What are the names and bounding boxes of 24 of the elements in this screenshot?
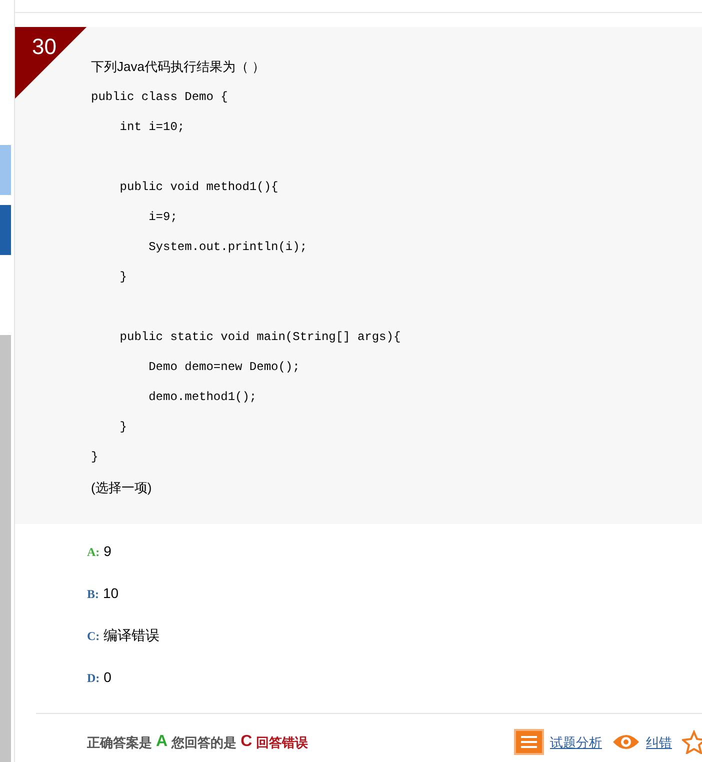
- link[interactable]: 纠错: [646, 732, 672, 752]
- hint-text: (选择一项): [91, 478, 153, 497]
- option-letter: B:: [87, 586, 99, 603]
- result-label: 您回答的是: [172, 734, 237, 752]
- link[interactable]: 试题分析: [550, 732, 602, 752]
- option-text: 0: [104, 668, 112, 688]
- option-text: 10: [103, 584, 119, 604]
- correct-answer: A: [156, 732, 168, 752]
- option-letter: D:: [87, 670, 100, 687]
- eye-icon: [612, 733, 640, 752]
- sidebar-panel[interactable]: [0, 205, 11, 255]
- option-text: 编译错误: [104, 626, 160, 646]
- option-letter: C:: [87, 628, 100, 645]
- question-number: 30: [32, 32, 56, 61]
- result-label: 正确答案是: [87, 734, 152, 752]
- question-text: 下列Java代码执行结果为（ ）: [91, 58, 266, 76]
- list-icon: [514, 729, 544, 756]
- option-letter: A:: [87, 544, 100, 561]
- code-text: public class Demo { int i=10; public void method1(){ i=9; System.out.println(i); } public static void main(String[] args){ Demo demo=new Demo(); demo.method1(); } }: [91, 88, 401, 466]
- verdict-text: 回答错误: [256, 734, 308, 752]
- sidebar-panel[interactable]: [0, 145, 11, 195]
- star-icon[interactable]: [682, 730, 702, 754]
- user-answer: C: [240, 732, 252, 752]
- option-text: 9: [104, 542, 112, 562]
